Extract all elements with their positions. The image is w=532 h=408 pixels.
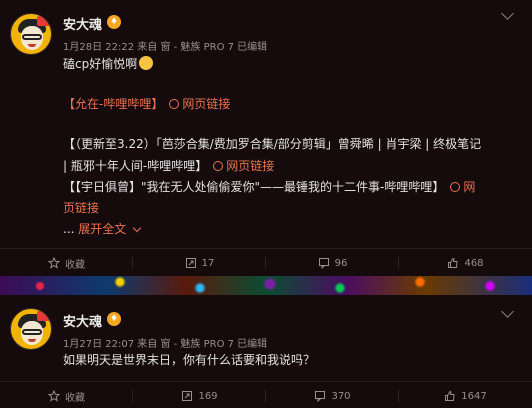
post-text-line: 【【宇日俱曾】"我在无人处偷偷爱你"——最锤我的十二件事-哔哩哔哩】网 [63, 179, 476, 195]
expand-row: ... 展开全文 [63, 219, 142, 239]
web-link[interactable]: 网页链接 [226, 159, 274, 173]
post-card: 安大魂 ♦ 1月27日 22:07 来自 窗 - 魅族 PRO 7 已编辑 如果… [0, 295, 532, 408]
action-bar: 收藏 17 96 468 [0, 248, 532, 276]
star-icon [48, 257, 60, 269]
post-text-line: 磕cp好愉悦啊 [63, 54, 154, 74]
post-text-line: 【（更新至3.22）「芭莎合集/费加罗合集/部分剪辑」曾舜晞 | 肖宇梁 | 终… [63, 137, 482, 151]
repost-icon [185, 258, 196, 268]
emoji-icon [139, 56, 154, 70]
expand-full-text-link[interactable]: 展开全文 [78, 222, 126, 236]
thumbs-up-icon [445, 390, 455, 401]
chevron-down-icon [133, 223, 142, 233]
web-link[interactable]: 网页链接 [182, 97, 230, 111]
decorative-background-band [0, 276, 532, 295]
thumbs-up-icon [448, 257, 458, 268]
repost-icon [182, 391, 193, 401]
link-icon [167, 96, 182, 112]
avatar[interactable] [10, 308, 52, 350]
like-button[interactable]: 468 [399, 249, 532, 277]
vip-badge-icon: ♦ [107, 312, 121, 326]
comment-icon [315, 391, 326, 402]
repost-button[interactable]: 17 [133, 249, 266, 277]
repost-button[interactable]: 169 [133, 382, 266, 408]
favorite-button[interactable]: 收藏 [0, 249, 133, 277]
avatar[interactable] [10, 13, 52, 55]
post-card: 安大魂 ♦ 1月28日 22:22 来自 窗 - 魅族 PRO 7 已编辑 磕c… [0, 0, 532, 276]
like-button[interactable]: 1647 [399, 382, 532, 408]
star-icon [48, 390, 60, 402]
username[interactable]: 安大魂 [63, 311, 102, 330]
favorite-button[interactable]: 收藏 [0, 382, 133, 408]
comment-button[interactable]: 370 [266, 382, 399, 408]
post-meta: 1月27日 22:07 来自 窗 - 魅族 PRO 7 已编辑 [63, 339, 268, 350]
link-icon [211, 158, 226, 174]
comment-button[interactable]: 96 [266, 249, 399, 277]
link-icon [448, 179, 463, 195]
web-link[interactable]: 页链接 [63, 201, 99, 215]
chevron-down-icon[interactable] [501, 305, 514, 318]
post-meta: 1月28日 22:22 来自 窗 - 魅族 PRO 7 已编辑 [63, 42, 268, 53]
post-text-line: 页链接 [63, 198, 99, 218]
bilibili-link[interactable]: 【允在-哔哩哔哩】 [63, 97, 163, 111]
post-text-line: 如果明天是世界末日，你有什么话要和我说吗？ [63, 353, 316, 367]
chevron-down-icon[interactable] [501, 7, 514, 20]
web-link[interactable]: 网 [463, 180, 475, 194]
comment-icon [318, 258, 329, 269]
post-text-line: | 瓶邪十年人间-哔哩哔哩】 网页链接 [63, 158, 275, 174]
post-text-line: 【允在-哔哩哔哩】 网页链接 [63, 94, 230, 114]
vip-badge-icon: ♦ [107, 15, 121, 29]
username[interactable]: 安大魂 [63, 14, 102, 33]
action-bar: 收藏 169 370 1647 [0, 381, 532, 408]
